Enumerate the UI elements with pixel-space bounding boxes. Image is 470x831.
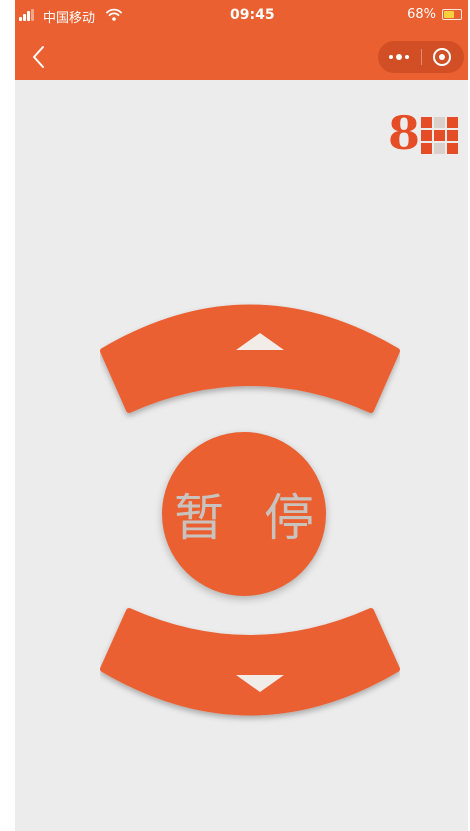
chevron-left-icon[interactable] <box>27 43 51 71</box>
pause-button[interactable]: 暂 停 <box>162 432 326 596</box>
logo-text: 8 <box>388 106 421 160</box>
battery-icon <box>442 9 462 20</box>
status-time: 09:45 <box>230 7 275 23</box>
brand-logo: 8 <box>388 108 458 158</box>
carrier-name: 中国移动 <box>43 11 96 26</box>
more-dots-icon[interactable] <box>378 41 420 73</box>
up-arc-button[interactable] <box>100 300 400 420</box>
nav-bar <box>15 34 468 80</box>
wifi-icon <box>106 8 122 21</box>
status-bar: 中国移动 09:45 68% <box>15 0 468 34</box>
menu-capsule <box>378 41 464 73</box>
app-frame: 中国移动 09:45 68% 8 暂 停 <box>15 0 468 831</box>
battery-percent: 68% <box>407 7 436 22</box>
logo-grid-mark <box>421 117 458 155</box>
signal-icon <box>19 9 41 21</box>
top-bar: 中国移动 09:45 68% <box>15 0 468 80</box>
target-circle-icon[interactable] <box>422 41 464 73</box>
down-arc-button[interactable] <box>100 600 400 725</box>
pause-label: 暂 停 <box>174 489 326 547</box>
battery-level <box>444 11 455 18</box>
